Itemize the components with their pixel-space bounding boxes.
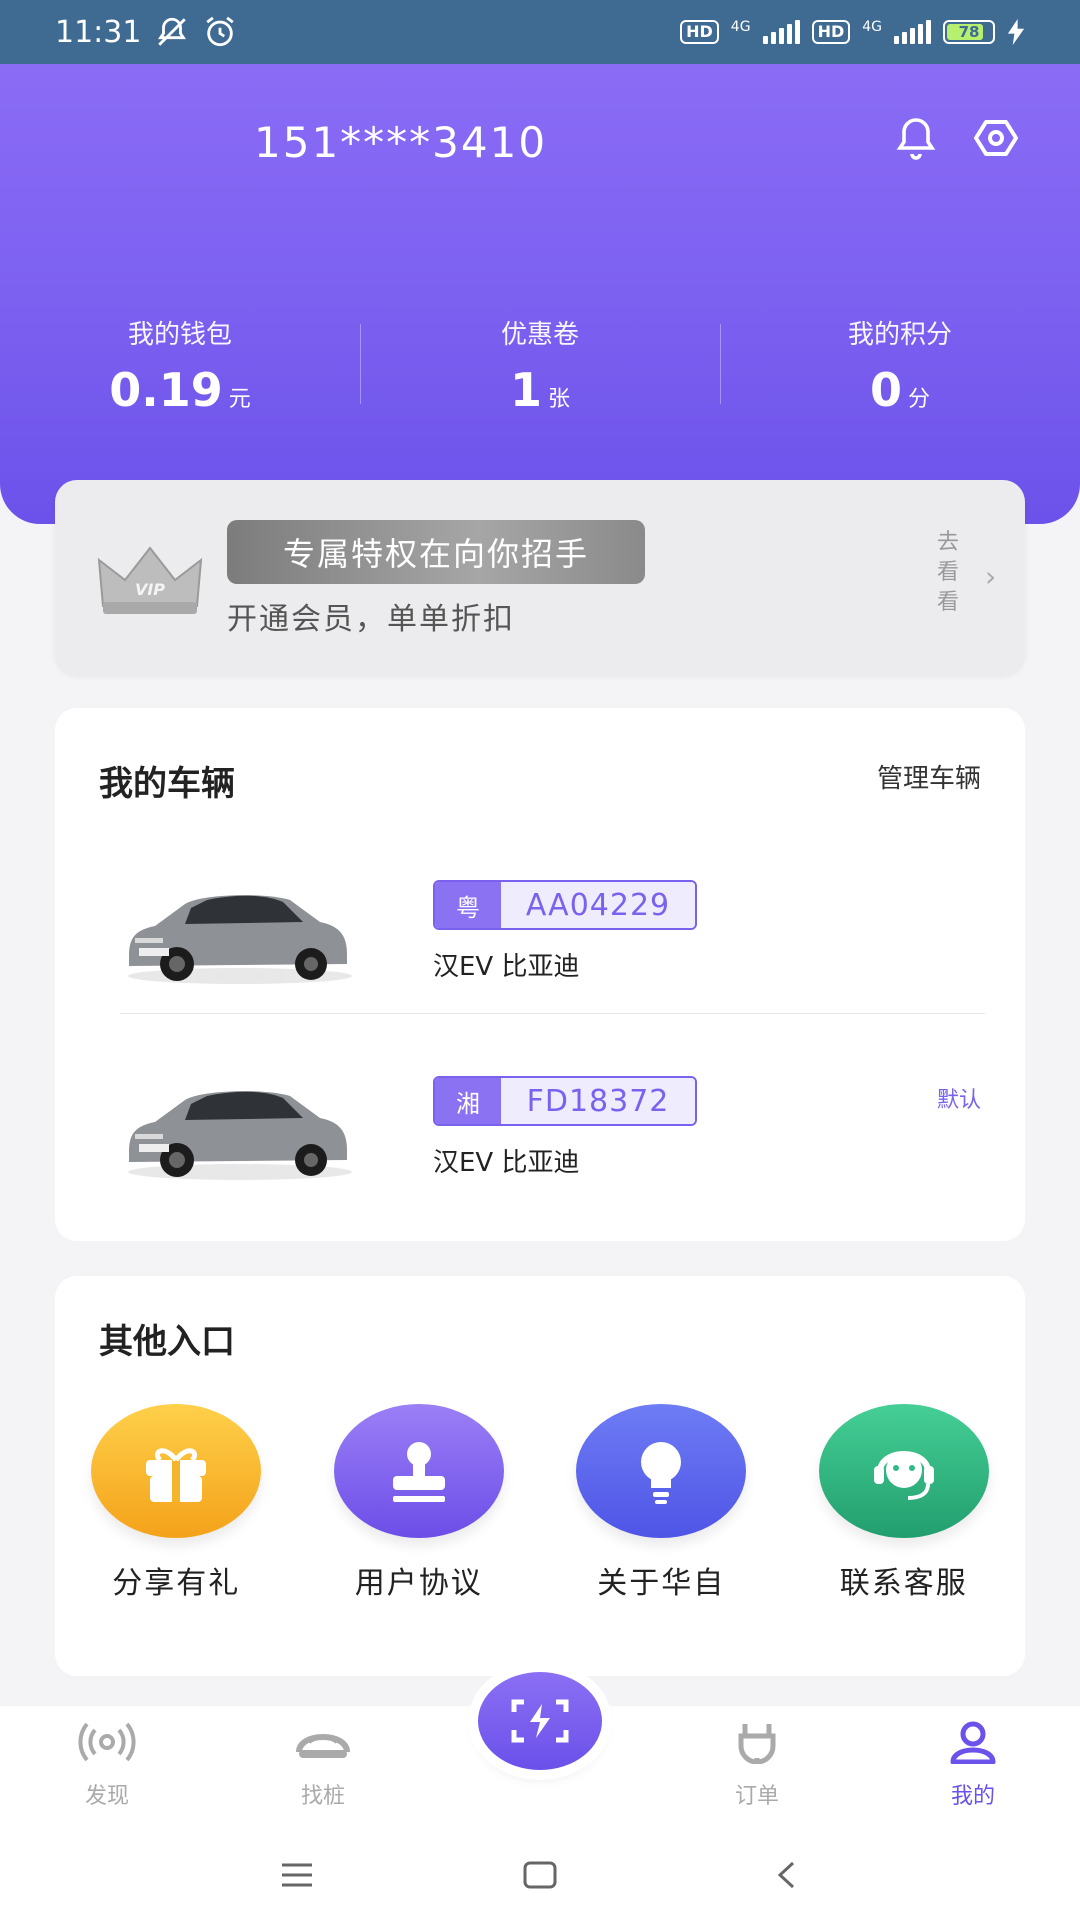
stat-label: 我的积分 xyxy=(847,320,952,350)
entry-user-agreement[interactable]: 用户协议 xyxy=(298,1404,541,1602)
status-bar: 11:31 HD 4G HD 4G 78 xyxy=(0,0,1080,64)
entry-about[interactable]: 关于华自 xyxy=(540,1404,783,1602)
battery-icon: 78 xyxy=(943,20,995,44)
tab-label: 我的 xyxy=(950,1784,995,1809)
default-badge: 默认 xyxy=(936,1088,981,1113)
vehicles-card: 我的车辆 管理车辆 粤 AA04229 汉EV 比亚迪 湘 FD18372 汉E… xyxy=(55,708,1025,1241)
stat-value: 0.19 xyxy=(109,363,223,417)
other-entries-card: 其他入口 分享有礼 用户协议 关于华自 联系客服 xyxy=(55,1276,1025,1676)
user-icon xyxy=(950,1721,996,1765)
network-type: 4G xyxy=(730,19,751,35)
alarm-icon xyxy=(206,16,235,47)
bell-icon[interactable] xyxy=(892,114,940,162)
car-image xyxy=(128,1091,352,1180)
vip-title: 专属特权在向你招手 xyxy=(227,520,645,584)
mute-icon xyxy=(158,17,187,46)
entry-contact-service[interactable]: 联系客服 xyxy=(783,1404,1026,1602)
signal-icon-2 xyxy=(894,20,931,44)
stat-value: 0 xyxy=(869,363,902,417)
system-navigation-bar xyxy=(0,1830,1080,1920)
vip-link[interactable]: 去看看 xyxy=(935,528,961,618)
tab-mine[interactable]: 我的 xyxy=(913,1720,1033,1810)
car-front-icon xyxy=(296,1734,350,1758)
home-icon[interactable] xyxy=(510,1850,570,1900)
vehicle-model: 汉EV 比亚迪 xyxy=(433,1148,580,1178)
stat-unit: 分 xyxy=(908,387,931,412)
profile-header: 151****3410 我的钱包 0.19 元 优惠卷 1张 我的积分 0分 xyxy=(0,64,1080,524)
tab-find-pile[interactable]: 找桩 xyxy=(263,1720,383,1810)
tab-label: 发现 xyxy=(84,1784,129,1809)
wallet-stat[interactable]: 我的钱包 0.19 元 xyxy=(0,314,360,417)
stat-label: 我的钱包 xyxy=(127,320,232,350)
chevron-right-icon: › xyxy=(985,560,997,593)
plug-icon xyxy=(738,1724,776,1765)
vehicle-model: 汉EV 比亚迪 xyxy=(433,952,580,982)
other-title: 其他入口 xyxy=(99,1322,235,1362)
vip-crown-icon: VIP xyxy=(97,546,203,614)
radar-icon xyxy=(78,1722,136,1762)
vehicles-title: 我的车辆 xyxy=(99,764,235,804)
hd-badge-2: HD xyxy=(811,20,851,44)
divider xyxy=(120,1013,985,1014)
settings-icon[interactable] xyxy=(972,114,1020,162)
menu-icon[interactable] xyxy=(267,1850,327,1900)
headset-icon xyxy=(818,1404,989,1538)
stat-value: 1 xyxy=(509,363,542,417)
points-stat[interactable]: 我的积分 0分 xyxy=(720,314,1080,417)
entry-label: 分享有礼 xyxy=(112,1566,241,1601)
back-icon[interactable] xyxy=(756,1850,816,1900)
plate-province: 湘 xyxy=(435,1078,501,1124)
stat-label: 优惠卷 xyxy=(500,320,579,350)
tab-orders[interactable]: 订单 xyxy=(697,1720,817,1810)
gift-icon xyxy=(91,1404,262,1538)
tab-label: 找桩 xyxy=(300,1784,345,1809)
status-time: 11:31 xyxy=(55,14,142,50)
stats-row: 我的钱包 0.19 元 优惠卷 1张 我的积分 0分 xyxy=(0,314,1080,417)
hd-badge: HD xyxy=(680,20,719,44)
license-plate: 粤 AA04229 xyxy=(433,880,697,930)
entries-grid: 分享有礼 用户协议 关于华自 联系客服 xyxy=(55,1404,1025,1602)
entry-share-gift[interactable]: 分享有礼 xyxy=(55,1404,298,1602)
tab-label: 订单 xyxy=(734,1784,779,1809)
user-phone: 151****3410 xyxy=(254,118,548,167)
tab-discover[interactable]: 发现 xyxy=(47,1720,167,1810)
scan-charge-button[interactable] xyxy=(478,1672,602,1770)
plate-number: FD18372 xyxy=(501,1078,695,1124)
charging-icon xyxy=(1007,19,1025,45)
plate-province: 粤 xyxy=(435,882,501,928)
battery-level: 78 xyxy=(958,23,980,41)
car-image xyxy=(128,895,352,984)
network-type-2: 4G xyxy=(862,19,882,35)
stat-unit: 张 xyxy=(548,387,571,412)
entry-label: 用户协议 xyxy=(354,1566,483,1601)
plate-number: AA04229 xyxy=(501,882,695,928)
bulb-icon xyxy=(576,1404,747,1538)
entry-label: 关于华自 xyxy=(597,1566,726,1601)
manage-vehicles-button[interactable]: 管理车辆 xyxy=(877,758,981,795)
vip-banner[interactable]: VIP 专属特权在向你招手 开通会员，单单折扣 去看看 › xyxy=(55,480,1025,675)
stat-unit: 元 xyxy=(228,387,251,412)
vip-subtitle: 开通会员，单单折扣 xyxy=(227,602,515,637)
entry-label: 联系客服 xyxy=(839,1566,968,1601)
vehicle-item[interactable]: 湘 FD18372 汉EV 比亚迪 默认 xyxy=(55,1064,1025,1234)
stamp-icon xyxy=(333,1404,504,1538)
scan-charge-icon xyxy=(511,1699,569,1743)
signal-icon xyxy=(762,20,800,44)
license-plate: 湘 FD18372 xyxy=(433,1076,697,1126)
coupon-stat[interactable]: 优惠卷 1张 xyxy=(360,314,720,417)
vip-badge-text: VIP xyxy=(135,580,165,599)
